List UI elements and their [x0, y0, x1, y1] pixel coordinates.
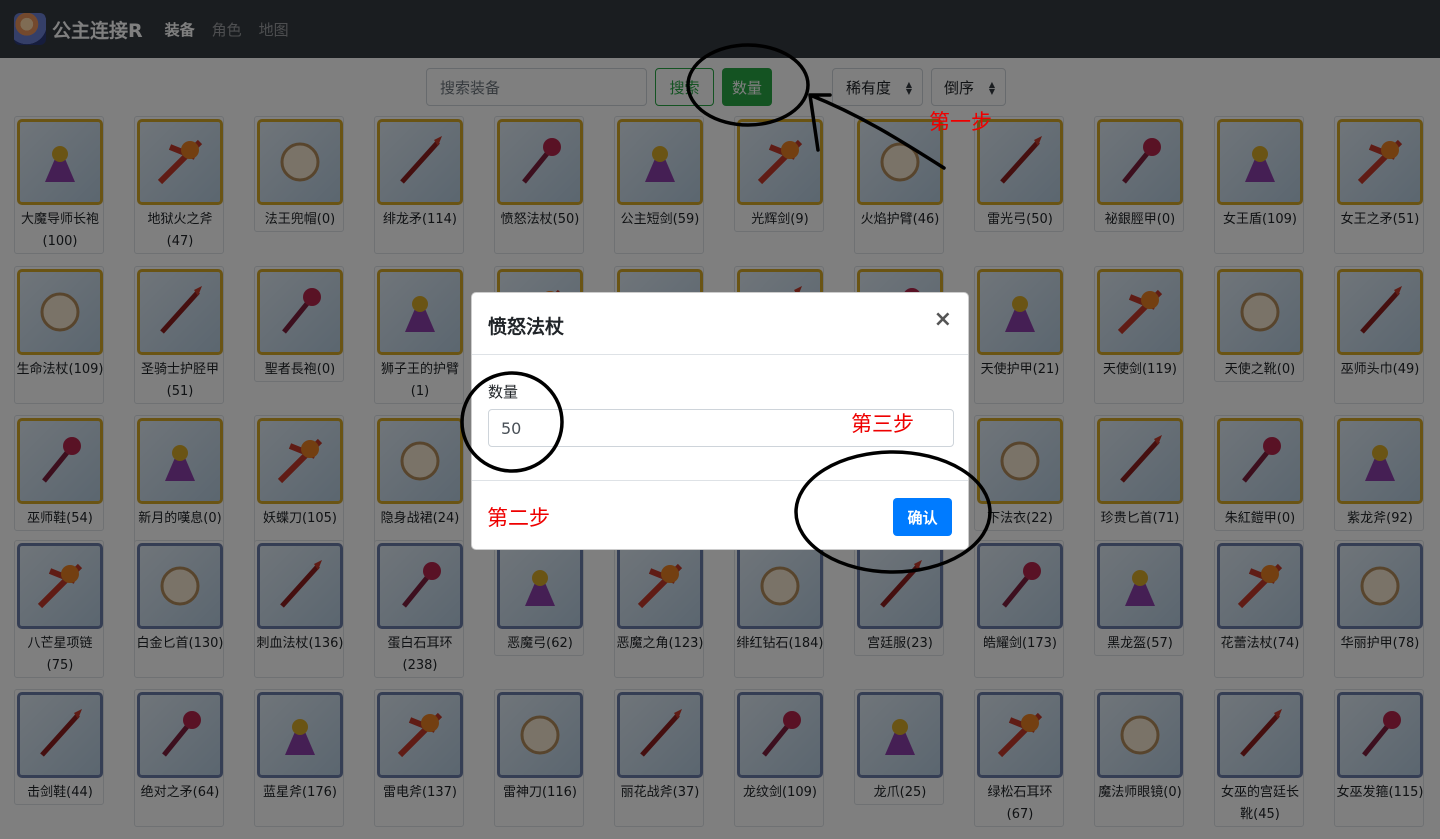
annotation-step3: 第三步: [851, 412, 914, 436]
annotation-step1: 第一步: [929, 110, 992, 134]
quantity-label: 数量: [488, 383, 519, 401]
close-icon[interactable]: ×: [934, 307, 952, 332]
confirm-button[interactable]: 确认: [893, 498, 952, 536]
modal-title: 愤怒法杖: [488, 316, 565, 338]
modal-backdrop-top: [0, 0, 1440, 58]
annotation-step2: 第二步: [487, 506, 550, 530]
modal-header: 愤怒法杖 ×: [472, 293, 968, 355]
